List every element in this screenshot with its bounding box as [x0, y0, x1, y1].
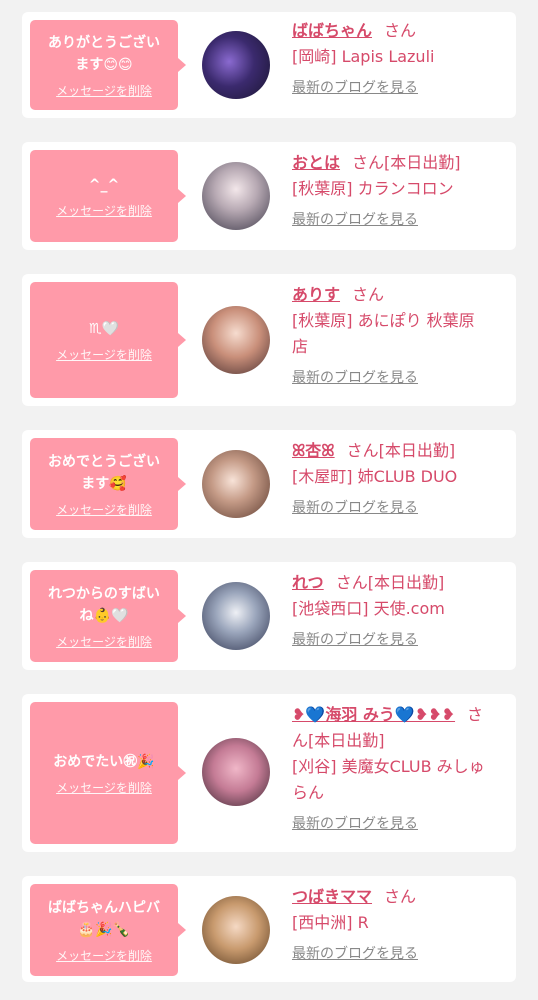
member-info: ꕤ杏ꕤ さん[本日出勤] [木屋町] 姉CLUB DUO 最新のブログを見る — [292, 438, 508, 518]
member-name-link[interactable]: ꕤ杏ꕤ — [292, 441, 335, 460]
delete-message-link[interactable]: メッセージを削除 — [56, 202, 152, 219]
message-bubble: おめでとうござい ます🥰 メッセージを削除 — [30, 438, 186, 530]
message-card: ^_^ メッセージを削除 おとは さん[本日出勤] [秋葉原] カランコロン 最新… — [22, 142, 516, 250]
message-text: れつからのすばい ね👶🤍 — [48, 585, 160, 624]
message-card: ♏🤍 メッセージを削除 ありす さん [秋葉原] あにぽり 秋葉原店 最新のブログ… — [22, 274, 516, 406]
shop-label: [秋葉原] カランコロン — [292, 179, 454, 198]
avatar[interactable] — [202, 896, 270, 964]
message-text: ♏🤍 — [89, 320, 119, 337]
message-bubble: れつからのすばい ね👶🤍 メッセージを削除 — [30, 570, 186, 662]
status-label: [本日出勤] — [367, 573, 445, 592]
delete-message-link[interactable]: メッセージを削除 — [56, 779, 152, 796]
avatar[interactable] — [202, 31, 270, 99]
latest-blog-link[interactable]: 最新のブログを見る — [292, 210, 508, 230]
latest-blog-link[interactable]: 最新のブログを見る — [292, 630, 508, 650]
member-info: おとは さん[本日出勤] [秋葉原] カランコロン 最新のブログを見る — [292, 150, 508, 230]
member-name-link[interactable]: つばきママ — [292, 887, 372, 906]
status-label: [本日出勤] — [308, 731, 385, 750]
member-info: つばきママ さん [西中洲] R 最新のブログを見る — [292, 884, 508, 964]
latest-blog-link[interactable]: 最新のブログを見る — [292, 814, 508, 834]
member-info: ばばちゃん さん [岡崎] Lapis Lazuli 最新のブログを見る — [292, 18, 508, 98]
status-label: [本日出勤] — [378, 441, 456, 460]
delete-message-link[interactable]: メッセージを削除 — [56, 947, 152, 964]
shop-label: [西中洲] R — [292, 913, 369, 932]
honorific: さん — [384, 21, 417, 40]
message-bubble: おめでたい㊗🎉 メッセージを削除 — [30, 702, 186, 844]
member-info: れつ さん[本日出勤] [池袋西口] 天使.com 最新のブログを見る — [292, 570, 508, 650]
message-card: おめでたい㊗🎉 メッセージを削除 ❥💙海羽 みう💙❥❥❥ さ ん[本日出勤] [刈… — [22, 694, 516, 852]
delete-message-link[interactable]: メッセージを削除 — [56, 633, 152, 650]
delete-message-link[interactable]: メッセージを削除 — [56, 501, 152, 518]
shop-label: [木屋町] 姉CLUB DUO — [292, 467, 458, 486]
member-name-link[interactable]: おとは — [292, 153, 340, 172]
shop-label: [刈谷] 美魔女CLUB みしゅ らん — [292, 757, 485, 802]
shop-label: [岡崎] Lapis Lazuli — [292, 47, 435, 66]
message-card: おめでとうござい ます🥰 メッセージを削除 ꕤ杏ꕤ さん[本日出勤] [木屋町] 姉… — [22, 430, 516, 538]
message-text: おめでとうござい ます🥰 — [48, 453, 160, 492]
message-bubble: ばばちゃんハピバ 🎂🎉🍾 メッセージを削除 — [30, 884, 186, 976]
latest-blog-link[interactable]: 最新のブログを見る — [292, 368, 508, 388]
member-name-link[interactable]: ばばちゃん — [292, 21, 372, 40]
latest-blog-link[interactable]: 最新のブログを見る — [292, 78, 508, 98]
member-info: ❥💙海羽 みう💙❥❥❥ さ ん[本日出勤] [刈谷] 美魔女CLUB みしゅ らん … — [292, 702, 508, 834]
message-text: ありがとうござい ます😊😊 — [48, 34, 160, 73]
avatar[interactable] — [202, 582, 270, 650]
message-text: ^_^ — [88, 176, 120, 193]
shop-label: [池袋西口] 天使.com — [292, 599, 445, 618]
honorific: さん — [384, 887, 417, 906]
message-text: ばばちゃんハピバ 🎂🎉🍾 — [48, 899, 160, 938]
message-card: ありがとうござい ます😊😊 メッセージを削除 ばばちゃん さん [岡崎] Lapis… — [22, 12, 516, 118]
avatar[interactable] — [202, 738, 270, 806]
member-name-link[interactable]: ❥💙海羽 みう💙❥❥❥ — [292, 705, 455, 724]
honorific: さん — [352, 153, 385, 172]
member-name-link[interactable]: ありす — [292, 285, 340, 304]
message-bubble: ありがとうござい ます😊😊 メッセージを削除 — [30, 20, 186, 110]
shop-label: [秋葉原] あにぽり 秋葉原店 — [292, 311, 475, 356]
honorific: さ — [467, 705, 484, 724]
message-text: おめでたい㊗🎉 — [53, 753, 155, 770]
status-label: [本日出勤] — [384, 153, 461, 172]
avatar[interactable] — [202, 306, 270, 374]
message-bubble: ♏🤍 メッセージを削除 — [30, 282, 186, 398]
avatar[interactable] — [202, 450, 270, 518]
honorific: さん — [335, 573, 368, 592]
honorific: さん — [346, 441, 379, 460]
delete-message-link[interactable]: メッセージを削除 — [56, 82, 152, 99]
delete-message-link[interactable]: メッセージを削除 — [56, 346, 152, 363]
message-card: ばばちゃんハピバ 🎂🎉🍾 メッセージを削除 つばきママ さん [西中洲] R 最新の… — [22, 876, 516, 982]
message-card: れつからのすばい ね👶🤍 メッセージを削除 れつ さん[本日出勤] [池袋西口] 天… — [22, 562, 516, 670]
member-name-link[interactable]: れつ — [292, 573, 324, 592]
honorific: さん — [352, 285, 385, 304]
member-info: ありす さん [秋葉原] あにぽり 秋葉原店 最新のブログを見る — [292, 282, 508, 388]
message-bubble: ^_^ メッセージを削除 — [30, 150, 186, 242]
honorific-cont: ん — [292, 731, 309, 750]
latest-blog-link[interactable]: 最新のブログを見る — [292, 498, 508, 518]
latest-blog-link[interactable]: 最新のブログを見る — [292, 944, 508, 964]
avatar[interactable] — [202, 162, 270, 230]
